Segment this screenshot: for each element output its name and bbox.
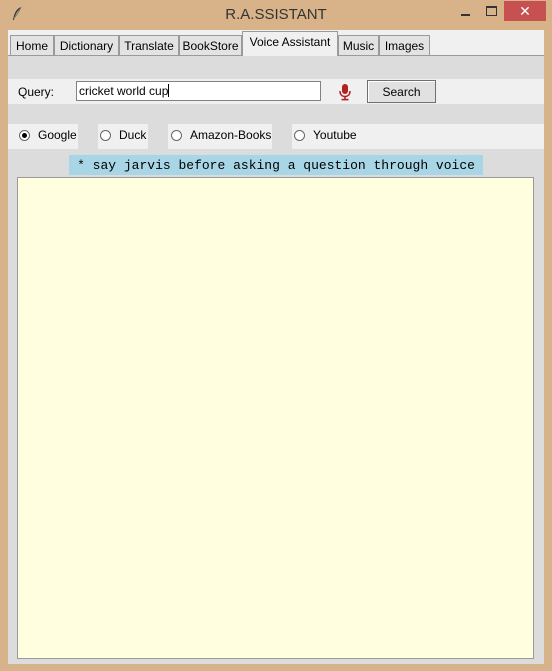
radio-unselected-icon — [171, 129, 182, 141]
radio-selected-icon — [19, 129, 30, 141]
search-button[interactable]: Search — [367, 80, 436, 103]
tab-dictionary[interactable]: Dictionary — [54, 35, 119, 55]
query-input-value: cricket world cup — [79, 84, 169, 98]
minimize-icon — [460, 14, 470, 16]
text-caret — [168, 84, 170, 97]
tab-music[interactable]: Music — [338, 35, 379, 55]
radio-spacer — [78, 124, 98, 149]
query-row: Query: cricket world cup Search — [8, 79, 544, 104]
voice-assistant-page: Query: cricket world cup Search Google D… — [8, 55, 544, 664]
radio-duck[interactable]: Duck — [100, 128, 146, 142]
radio-label: Youtube — [313, 128, 357, 142]
radio-spacer — [148, 124, 168, 149]
radio-youtube[interactable]: Youtube — [294, 128, 357, 142]
close-button[interactable]: ✕ — [504, 1, 546, 21]
query-input[interactable]: cricket world cup — [76, 81, 321, 101]
client-area: Home Dictionary Translate BookStore Voic… — [8, 30, 544, 664]
tab-home[interactable]: Home — [10, 35, 54, 55]
radio-unselected-icon — [294, 129, 305, 141]
radio-label: Duck — [119, 128, 147, 142]
search-engine-row: Google Duck Amazon-Books Youtube — [8, 124, 544, 149]
tab-voice-assistant[interactable]: Voice Assistant — [242, 31, 338, 56]
radio-spacer — [272, 124, 292, 149]
radio-label: Google — [38, 128, 77, 142]
radio-label: Amazon-Books — [190, 128, 272, 142]
tab-images[interactable]: Images — [379, 35, 430, 55]
close-icon: ✕ — [519, 2, 531, 19]
radio-amazon-books[interactable]: Amazon-Books — [171, 128, 271, 142]
title-bar[interactable]: R.A.SSISTANT ✕ — [0, 0, 552, 30]
app-window: R.A.SSISTANT ✕ Home Dictionary Translate… — [0, 0, 552, 671]
minimize-button[interactable] — [452, 1, 478, 21]
microphone-icon[interactable] — [338, 83, 352, 101]
tab-translate[interactable]: Translate — [119, 35, 179, 55]
maximize-icon — [485, 6, 497, 16]
maximize-button[interactable] — [478, 1, 504, 21]
radio-unselected-icon — [100, 129, 111, 141]
tab-bar: Home Dictionary Translate BookStore Voic… — [8, 30, 544, 56]
radio-google[interactable]: Google — [19, 128, 77, 142]
output-text-area[interactable] — [17, 177, 534, 659]
tab-bookstore[interactable]: BookStore — [179, 35, 242, 55]
query-label: Query: — [18, 85, 55, 99]
voice-hint-label: * say jarvis before asking a question th… — [69, 155, 483, 175]
